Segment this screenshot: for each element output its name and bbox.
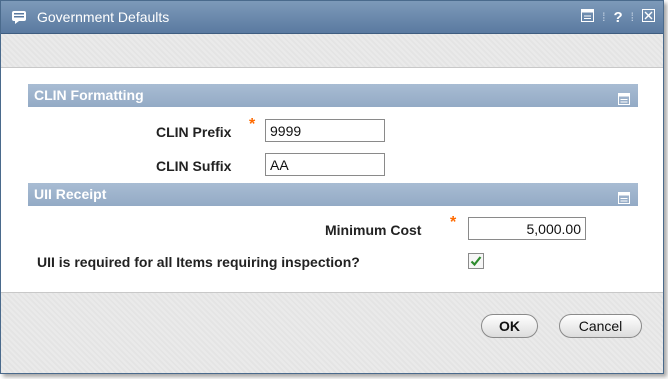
toolbar-strip [1,34,663,68]
section-title: UII Receipt [34,186,107,202]
collapse-icon[interactable] [581,9,595,25]
separator: ⁞ [602,10,606,24]
close-icon[interactable] [642,9,655,25]
required-asterisk: * [249,116,256,133]
title-controls: ⁞ ? ⁞ [581,1,655,33]
clin-prefix-input[interactable] [265,119,385,142]
clin-suffix-label: CLIN Suffix [156,158,232,174]
uii-receipt-header[interactable]: UII Receipt [28,183,638,206]
ok-button[interactable]: OK [481,314,538,338]
dialog-title: Government Defaults [37,9,170,25]
dialog-content: CLIN Formatting CLIN Prefix * CLIN Suffi… [1,68,663,292]
uii-required-checkbox[interactable] [468,253,484,269]
dialog-icon [11,10,27,24]
collapse-icon[interactable] [618,188,630,204]
help-button[interactable]: ? [613,9,622,26]
clin-suffix-input[interactable] [265,153,385,176]
clin-prefix-label: CLIN Prefix [156,124,232,140]
uii-required-label: UII is required for all Items requiring … [37,254,360,270]
cancel-button[interactable]: Cancel [559,314,642,338]
government-defaults-dialog: Government Defaults ⁞ ? ⁞ CLIN Formattin… [0,0,664,374]
collapse-icon[interactable] [618,89,630,105]
separator: ⁞ [630,10,634,24]
dialog-footer: OK Cancel [1,292,663,373]
section-title: CLIN Formatting [34,87,144,103]
title-bar[interactable]: Government Defaults ⁞ ? ⁞ [1,1,663,34]
required-asterisk: * [450,214,457,231]
minimum-cost-input[interactable] [468,217,586,240]
minimum-cost-label: Minimum Cost [325,222,422,238]
clin-formatting-header[interactable]: CLIN Formatting [28,84,638,107]
checkmark-icon [470,256,482,267]
